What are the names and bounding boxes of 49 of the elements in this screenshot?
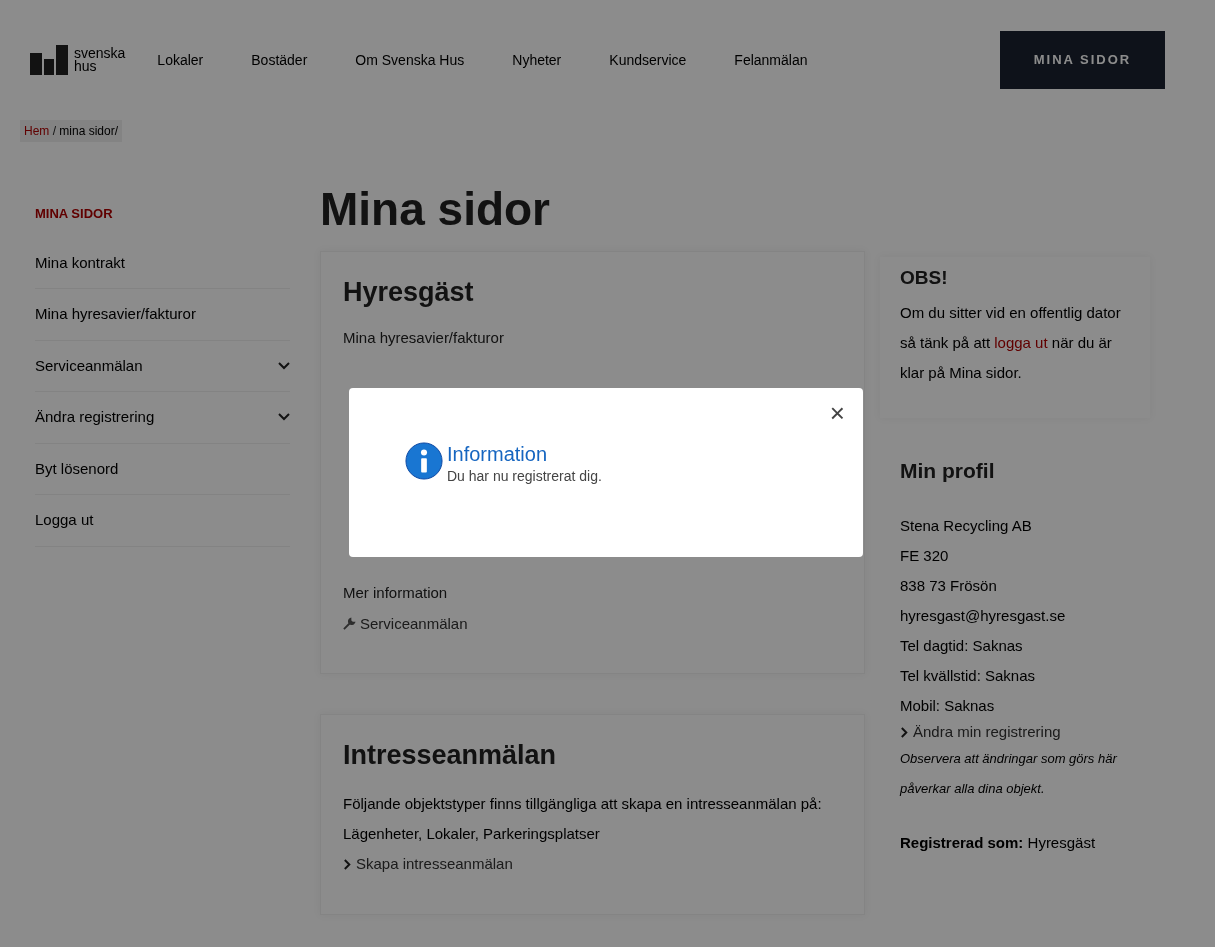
mina-sidor-button[interactable]: MINA SIDOR [1000, 31, 1165, 89]
chevron-right-icon [343, 859, 352, 871]
logo-text: svenska hus [74, 47, 126, 73]
wrench-icon [343, 617, 356, 631]
sidebar-item[interactable]: Logga ut [35, 495, 290, 547]
card-title: Intresseanmälan [343, 739, 558, 772]
notice-text: Om du sitter vid en offentlig dator så tänk på att logga ut när du är klar på Mina sidor. [900, 302, 1122, 383]
profile-line: 838 73 Frösön [900, 576, 998, 596]
logo-icon [30, 45, 70, 75]
profile-line: FE 320 [900, 546, 950, 566]
section-heading: Mina hyresavier/fakturor [343, 327, 505, 348]
sidebar-item[interactable]: Ändra registrering [35, 392, 290, 444]
sidebar-item[interactable]: Mina kontrakt [35, 237, 290, 289]
profile-line: Mobil: Saknas [900, 696, 996, 716]
section-link[interactable]: Skapa intresseanmälan [343, 853, 513, 876]
nav-link[interactable]: Lokaler [157, 49, 204, 71]
breadcrumb-link[interactable]: mina sidor/ [59, 124, 119, 138]
sidebar-item[interactable]: Serviceanmälan [35, 340, 290, 392]
nav-link[interactable]: Bostäder [251, 49, 308, 71]
edit-registration-link[interactable]: Ändra min registrering [900, 721, 1061, 744]
nav-link[interactable]: Kundservice [609, 49, 687, 71]
nav-link[interactable]: Felanmälan [734, 49, 808, 71]
modal-title: Information [447, 442, 549, 466]
sidebar-item[interactable]: Mina hyresavier/fakturor [35, 289, 290, 341]
logout-link[interactable]: logga ut [994, 333, 1048, 351]
profile-line: hyresgast@hyresgast.se [900, 606, 1067, 626]
profile-line: Stena Recycling AB [900, 516, 1033, 536]
close-button[interactable]: × [825, 398, 849, 428]
section-link[interactable]: Serviceanmälan [343, 612, 468, 636]
registered-label: Registrerad som: [900, 834, 1024, 852]
breadcrumb-link[interactable]: Hem [24, 124, 50, 138]
info-icon [405, 442, 443, 480]
sidebar-item[interactable]: Byt lösenord [35, 443, 290, 495]
section-heading: Mer information [343, 583, 449, 604]
profile-title: Min profil [900, 457, 996, 483]
profile-line: Tel dagtid: Saknas [900, 636, 1024, 656]
obs-title: OBS! [900, 267, 949, 290]
breadcrumb: Hem / mina sidor/ [20, 120, 123, 142]
sidebar-title: MINA SIDOR [35, 205, 114, 223]
modal-message: Du har nu registrerat dig. [447, 467, 602, 486]
profile-line: Tel kvällstid: Saknas [900, 666, 1037, 686]
nav-link[interactable]: Nyheter [512, 49, 562, 71]
card-title: Hyresgäst [343, 276, 475, 309]
registered-value: Hyresgäst [1027, 834, 1096, 852]
note-text: Observera att ändringar som görs här påverkar alla dina objekt. [900, 750, 1119, 799]
page-title: Mina sidor [320, 182, 552, 237]
nav-link[interactable]: Om Svenska Hus [355, 49, 465, 71]
description-text: Följande objektstyper finns tillgängliga att skapa en intresseanmälan på: Lägenheter, Lokaler, Parkeringsplatser [343, 794, 823, 845]
chevron-right-icon [900, 726, 909, 738]
